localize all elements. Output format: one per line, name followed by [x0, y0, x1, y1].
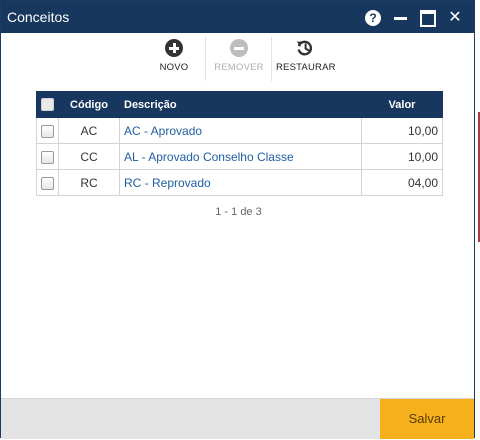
- minus-circle-icon: [230, 39, 248, 57]
- row-descricao-link[interactable]: AL - Aprovado Conselho Classe: [119, 143, 362, 170]
- window-title: Conceitos: [7, 9, 70, 25]
- minimize-icon: [394, 17, 407, 20]
- close-icon: ✕: [448, 9, 462, 26]
- title-bar: Conceitos ? ✕: [1, 1, 474, 33]
- maximize-icon: [420, 10, 436, 27]
- row-checkbox[interactable]: [41, 150, 54, 164]
- window-controls: ? ✕: [356, 8, 464, 28]
- restaurar-button[interactable]: RESTAURAR: [276, 37, 336, 81]
- row-codigo: AC: [58, 117, 120, 144]
- footer-bar: Salvar: [1, 398, 474, 439]
- header-valor[interactable]: Valor: [361, 91, 443, 118]
- conceitos-table: Código Descrição Valor AC AC - Aprovado …: [36, 91, 443, 196]
- row-checkbox[interactable]: [41, 124, 54, 138]
- row-descricao-link[interactable]: RC - Reprovado: [119, 169, 362, 196]
- minimize-button[interactable]: [392, 9, 410, 27]
- row-valor: 10,00: [361, 143, 443, 170]
- restore-icon: [296, 40, 313, 56]
- select-all-cell: [36, 91, 59, 118]
- remover-label: REMOVER: [214, 62, 264, 73]
- row-valor: 10,00: [361, 117, 443, 144]
- row-descricao-link[interactable]: AC - Aprovado: [119, 117, 362, 144]
- plus-circle-icon: [165, 39, 183, 57]
- header-codigo[interactable]: Código: [58, 91, 120, 118]
- save-button[interactable]: Salvar: [380, 399, 474, 439]
- restaurar-label: RESTAURAR: [276, 62, 336, 73]
- select-all-checkbox[interactable]: [41, 98, 54, 111]
- maximize-button[interactable]: [419, 9, 437, 27]
- close-button[interactable]: ✕: [446, 9, 464, 27]
- novo-button[interactable]: NOVO: [153, 37, 195, 81]
- table-row[interactable]: CC AL - Aprovado Conselho Classe 10,00: [36, 143, 443, 170]
- row-checkbox[interactable]: [41, 176, 54, 190]
- header-descricao[interactable]: Descrição: [119, 91, 362, 118]
- toolbar-separator: [205, 37, 206, 81]
- help-button[interactable]: ?: [365, 9, 383, 27]
- row-valor: 04,00: [361, 169, 443, 196]
- row-codigo: CC: [58, 143, 120, 170]
- table-header-row: Código Descrição Valor: [36, 91, 443, 118]
- toolbar-separator: [271, 37, 272, 81]
- help-icon: ?: [365, 10, 381, 26]
- table-row[interactable]: AC AC - Aprovado 10,00: [36, 117, 443, 144]
- remover-button[interactable]: REMOVER: [213, 37, 265, 81]
- row-codigo: RC: [58, 169, 120, 196]
- pagination-info: 1 - 1 de 3: [215, 206, 262, 218]
- table-row[interactable]: RC RC - Reprovado 04,00: [36, 169, 443, 196]
- novo-label: NOVO: [159, 62, 189, 73]
- toolbar: NOVO REMOVER RESTAURAR: [1, 37, 474, 81]
- conceitos-window: Conceitos ? ✕ NOVO REMOVER RESTAURAR Cód…: [0, 0, 475, 439]
